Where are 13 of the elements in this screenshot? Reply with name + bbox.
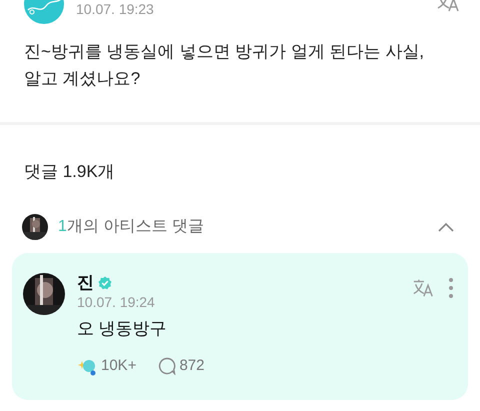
reply-count: 872 [179,356,204,376]
collapse-toggle[interactable] [436,220,456,234]
post-text: 진~방귀를 냉동실에 넣으면 방귀가 얼게 된다는 사실, 알고 계셨나요? [24,41,425,90]
post-timestamp: 10.07. 19:23 [76,0,154,18]
comments-count: 댓글 1.9K개 [24,162,115,181]
translate-icon[interactable] [412,277,434,299]
more-options-icon[interactable] [448,277,454,299]
comment-author[interactable]: 진 [77,273,94,293]
comment-text: 오 냉동방구 [77,318,168,340]
comment-timestamp: 10.07. 19:24 [77,293,156,311]
artist-comments-label[interactable]: 1개의 아티스트 댓글 [58,215,204,239]
comment-icon[interactable] [158,357,176,376]
like-count: 10K+ [101,356,136,376]
